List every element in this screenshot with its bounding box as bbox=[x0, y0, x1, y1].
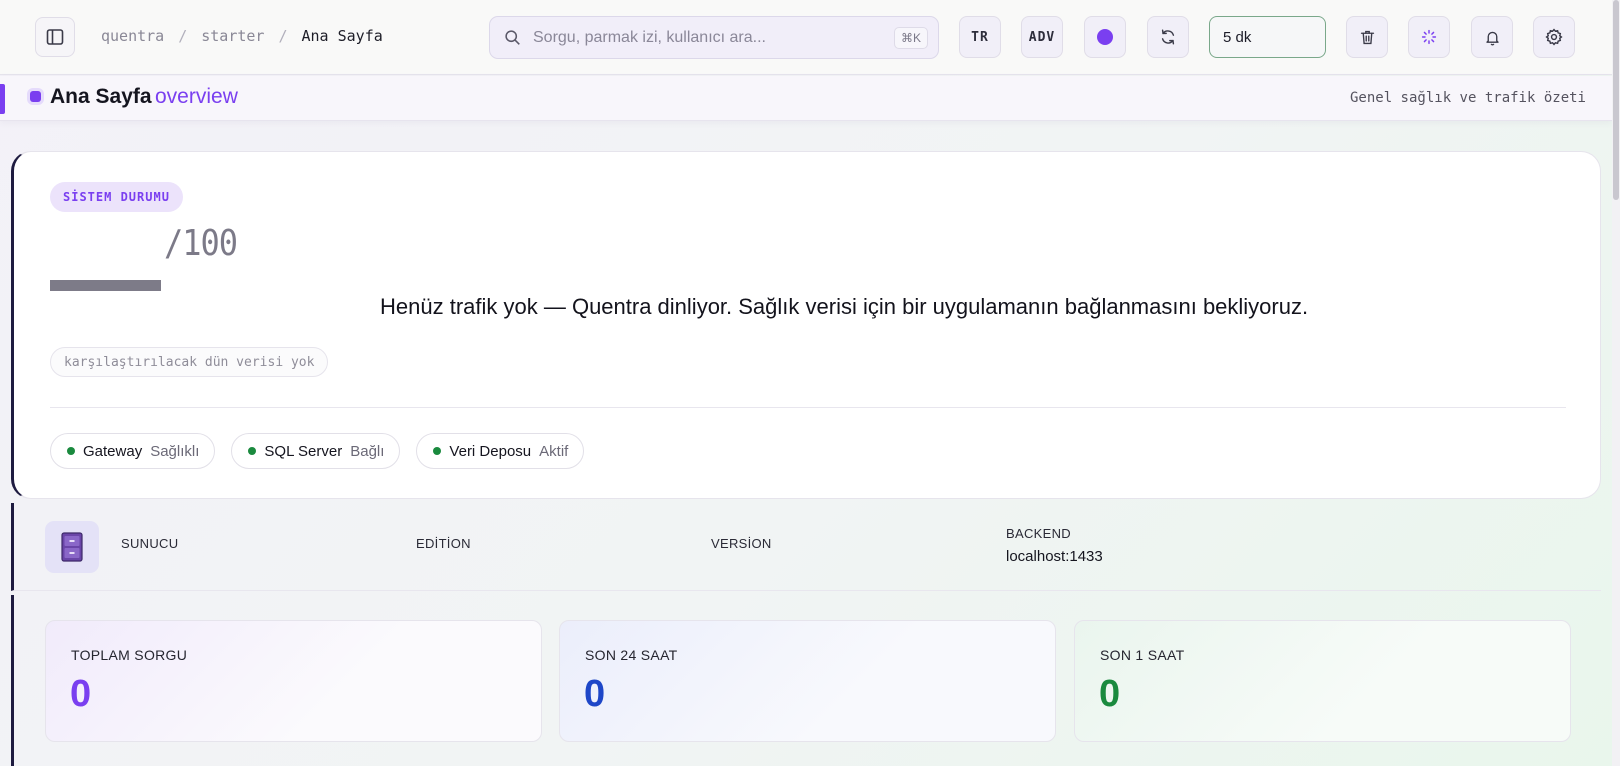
breadcrumb-item-root[interactable]: quentra bbox=[101, 27, 164, 45]
page-subtitle: overview bbox=[155, 85, 238, 108]
service-status-sql-server: SQL Server Bağlı bbox=[231, 433, 401, 469]
service-name: SQL Server bbox=[264, 442, 343, 460]
gear-icon bbox=[1545, 28, 1563, 46]
clear-button[interactable] bbox=[1346, 16, 1388, 58]
system-health-card: SİSTEM DURUMU /100 Henüz trafik yok — Qu… bbox=[11, 151, 1601, 499]
backend-value: localhost:1433 bbox=[1006, 548, 1103, 565]
card-divider bbox=[50, 407, 1566, 408]
stat-value: 0 bbox=[70, 673, 92, 715]
page-header-accent bbox=[0, 84, 5, 114]
service-state: Sağlıklı bbox=[150, 442, 200, 460]
search-box[interactable]: ⌘K bbox=[489, 16, 939, 59]
server-cabinet-icon bbox=[45, 521, 99, 573]
service-name: Veri Deposu bbox=[449, 442, 532, 460]
refresh-icon bbox=[1161, 29, 1175, 45]
status-dot-icon bbox=[433, 447, 442, 455]
page-header: Ana Sayfa overview Genel sağlık ve trafi… bbox=[0, 76, 1612, 121]
top-bar: quentra / starter / Ana Sayfa ⌘K TR ADV bbox=[0, 0, 1612, 75]
service-status-data-store: Veri Deposu Aktif bbox=[416, 433, 585, 469]
breadcrumb-item-project[interactable]: starter bbox=[201, 27, 264, 45]
scrollbar-thumb[interactable] bbox=[1613, 0, 1619, 200]
breadcrumb-separator: / bbox=[278, 27, 288, 45]
language-button[interactable]: TR bbox=[959, 16, 1001, 58]
health-score-suffix: /100 bbox=[164, 222, 238, 264]
comparison-note: karşılaştırılacak dün verisi yok bbox=[50, 347, 329, 377]
page-title: Ana Sayfa bbox=[50, 85, 152, 108]
system-status-badge: SİSTEM DURUMU bbox=[50, 182, 183, 212]
breadcrumb-item-current: Ana Sayfa bbox=[301, 27, 383, 45]
service-status-list: Gateway Sağlıklı SQL Server Bağlı Veri D… bbox=[50, 433, 585, 469]
server-label: SUNUCU bbox=[121, 536, 179, 551]
spinner-icon bbox=[1421, 29, 1437, 45]
server-info-row: SUNUCU EDİTİON VERSİON BACKEND localhost… bbox=[11, 503, 1601, 591]
stat-value: 0 bbox=[584, 673, 606, 715]
stat-card-last-1h: SON 1 SAAT 0 bbox=[1074, 620, 1571, 742]
mode-button[interactable]: ADV bbox=[1021, 16, 1063, 58]
theme-button[interactable] bbox=[1084, 16, 1126, 58]
stat-label: SON 1 SAAT bbox=[1100, 647, 1185, 663]
status-dot-icon bbox=[248, 447, 257, 455]
mode-button-label: ADV bbox=[1028, 29, 1056, 45]
trash-icon bbox=[1360, 30, 1374, 44]
language-button-label: TR bbox=[971, 29, 989, 45]
stat-card-last-24h: SON 24 SAAT 0 bbox=[559, 620, 1056, 742]
search-shortcut-hint: ⌘K bbox=[893, 26, 928, 49]
status-dot-icon bbox=[67, 447, 75, 455]
stat-label: TOPLAM SORGU bbox=[71, 647, 188, 663]
service-state: Bağlı bbox=[350, 442, 385, 460]
service-name: Gateway bbox=[83, 442, 143, 460]
breadcrumb: quentra / starter / Ana Sayfa bbox=[101, 27, 383, 45]
service-status-gateway: Gateway Sağlıklı bbox=[50, 433, 216, 469]
search-icon bbox=[505, 30, 520, 45]
empty-traffic-message: Henüz trafik yok — Quentra dinliyor. Sağ… bbox=[380, 294, 1309, 319]
health-score-bar-fill bbox=[50, 280, 161, 291]
sidebar-toggle-button[interactable] bbox=[35, 17, 75, 57]
stat-card-total-queries: TOPLAM SORGU 0 bbox=[45, 620, 542, 742]
refresh-button[interactable] bbox=[1147, 16, 1189, 58]
settings-button[interactable] bbox=[1533, 16, 1575, 58]
bell-icon bbox=[1485, 31, 1499, 45]
stats-row: TOPLAM SORGU 0 SON 24 SAAT 0 SON 1 SAAT … bbox=[11, 595, 1601, 766]
backend-label: BACKEND bbox=[1006, 526, 1071, 541]
health-score-bar bbox=[50, 280, 161, 291]
sidebar-toggle-icon bbox=[46, 29, 64, 45]
stat-label: SON 24 SAAT bbox=[585, 647, 678, 663]
page-indicator-icon bbox=[30, 91, 41, 102]
breadcrumb-separator: / bbox=[178, 27, 188, 45]
stat-value: 0 bbox=[1099, 673, 1121, 715]
notifications-button[interactable] bbox=[1471, 16, 1513, 58]
activity-button[interactable] bbox=[1408, 16, 1450, 58]
version-label: VERSİON bbox=[711, 536, 772, 551]
refresh-interval-input[interactable] bbox=[1209, 16, 1326, 58]
edition-label: EDİTİON bbox=[416, 536, 471, 551]
theme-dot-icon bbox=[1097, 29, 1113, 45]
page-scrollbar[interactable] bbox=[1612, 0, 1620, 766]
search-input[interactable] bbox=[533, 28, 894, 47]
service-state: Aktif bbox=[539, 442, 569, 460]
health-score: /100 bbox=[164, 222, 238, 264]
page-description: Genel sağlık ve trafik özeti bbox=[1349, 90, 1586, 106]
